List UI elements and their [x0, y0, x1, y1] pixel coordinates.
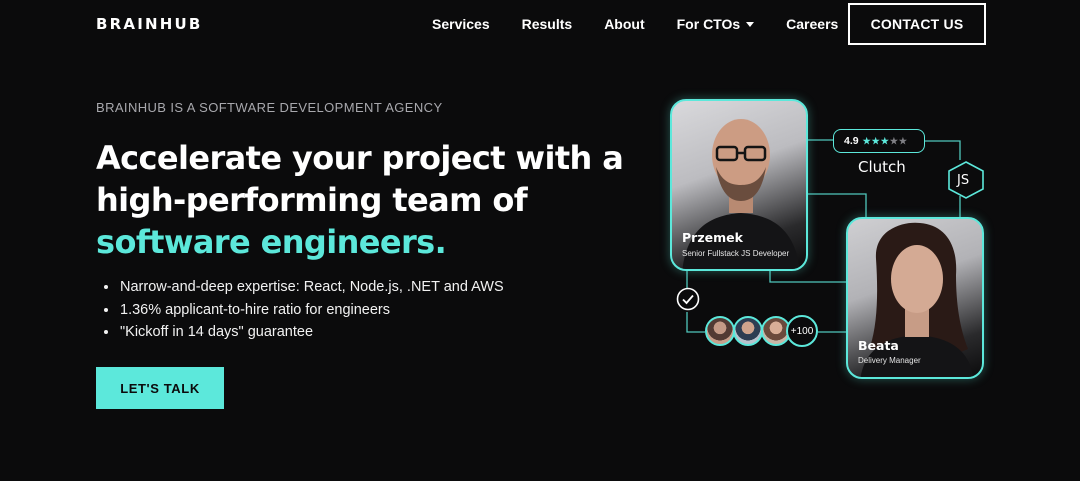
hero-headline: Accelerate your project with a high-perf…	[96, 137, 656, 263]
nav-for-ctos[interactable]: For CTOs	[677, 16, 755, 32]
nav-for-ctos-label: For CTOs	[676, 16, 741, 32]
przemek-portrait	[682, 119, 800, 269]
nav-about[interactable]: About	[604, 16, 644, 32]
feature-item: 1.36% applicant-to-hire ratio for engine…	[104, 300, 504, 323]
beata-card: Beata Delivery Manager	[846, 217, 984, 379]
contact-us-button[interactable]: CONTACT US	[848, 3, 986, 45]
main-nav: Services Results About For CTOs Careers	[432, 16, 870, 32]
person-name: Beata	[858, 338, 899, 353]
feature-item: Narrow-and-deep expertise: React, Node.j…	[104, 277, 504, 300]
team-avatar	[705, 316, 735, 346]
hero-eyebrow: BRAINHUB IS A SOFTWARE DEVELOPMENT AGENC…	[96, 100, 443, 115]
headline-line-2: high-performing team of	[96, 181, 528, 219]
headline-line-1: Accelerate your project with a	[96, 139, 624, 177]
nav-results[interactable]: Results	[522, 16, 573, 32]
beata-portrait	[860, 222, 974, 377]
nav-careers[interactable]: Careers	[786, 16, 838, 32]
feature-list: Narrow-and-deep expertise: React, Node.j…	[104, 277, 504, 345]
feature-item: "Kickoff in 14 days" guarantee	[104, 322, 504, 345]
chevron-down-icon	[746, 21, 755, 27]
person-name: Przemek	[682, 230, 743, 245]
team-illustration: Przemek Senior Fullstack JS Developer 4.…	[660, 90, 1000, 390]
przemek-card: Przemek Senior Fullstack JS Developer	[670, 99, 808, 271]
rating-source: Clutch	[858, 158, 906, 176]
js-badge-label: JS	[957, 173, 970, 188]
person-role: Senior Fullstack JS Developer	[682, 249, 790, 258]
person-role: Delivery Manager	[858, 356, 921, 365]
rating-badge: 4.9 ★★★★★	[833, 129, 925, 153]
team-avatar	[733, 316, 763, 346]
nav-services[interactable]: Services	[432, 16, 490, 32]
team-count-badge: +100	[786, 315, 818, 347]
headline-accent: software engineers.	[96, 223, 447, 261]
rating-score: 4.9	[844, 135, 859, 147]
star-icon: ★★★★★	[862, 135, 908, 146]
brand-logo[interactable]: BRAINHUB	[96, 15, 203, 33]
check-icon	[676, 287, 700, 311]
lets-talk-button[interactable]: LET'S TALK	[96, 367, 224, 409]
